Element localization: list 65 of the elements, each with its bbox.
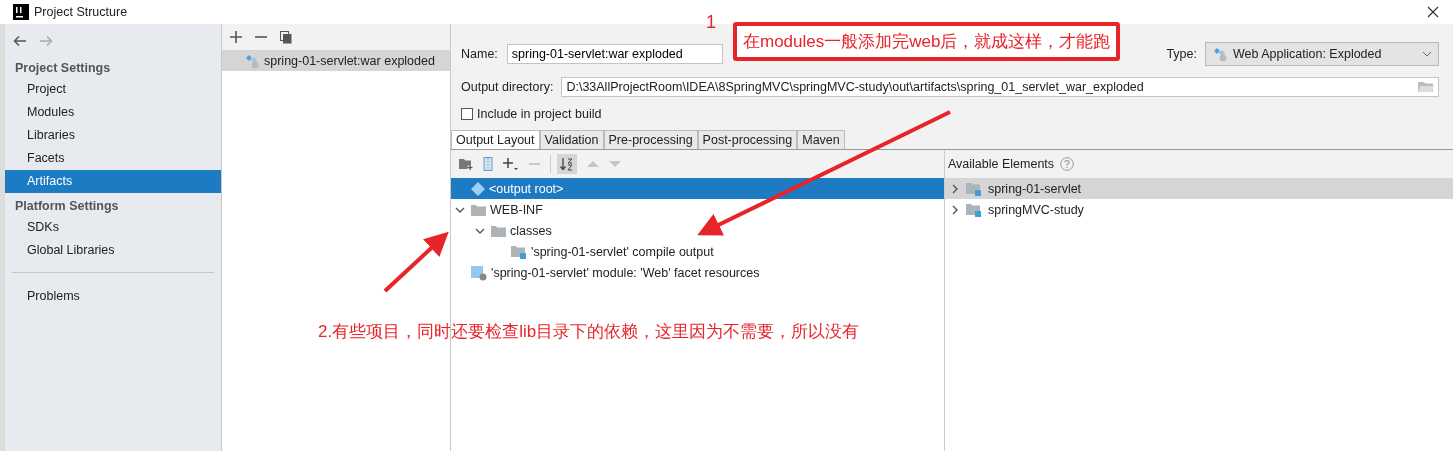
output-root-icon bbox=[471, 181, 485, 196]
panel-title: Available Elements bbox=[948, 157, 1055, 171]
type-dropdown[interactable]: Web Application: Exploded bbox=[1205, 42, 1439, 66]
tab[interactable]: Maven bbox=[797, 130, 845, 149]
web-artifact-icon bbox=[244, 52, 260, 69]
copy-icon[interactable] bbox=[280, 30, 292, 44]
name-field[interactable]: spring-01-servlet:war exploded bbox=[506, 44, 723, 64]
tab[interactable]: Post-processing bbox=[697, 130, 798, 149]
window-title: Project Structure bbox=[34, 5, 128, 19]
add-dropdown-icon[interactable] bbox=[503, 157, 519, 171]
tree-label: WEB-INF bbox=[490, 202, 543, 217]
tree-row[interactable]: WEB-INF bbox=[451, 199, 944, 220]
section-heading: Project Settings bbox=[14, 60, 112, 77]
app-logo-icon bbox=[13, 4, 29, 20]
tab[interactable]: Validation bbox=[539, 130, 604, 149]
checkbox-label: Include in project build bbox=[477, 107, 602, 121]
module-folder-icon bbox=[966, 202, 982, 217]
module-folder-icon bbox=[966, 181, 982, 196]
sidebar-item[interactable]: Libraries bbox=[5, 124, 221, 147]
sidebar-item[interactable]: Artifacts bbox=[5, 170, 221, 193]
tree-row[interactable]: <output root> bbox=[451, 178, 944, 199]
sidebar-item[interactable]: Global Libraries bbox=[5, 239, 221, 262]
checkbox[interactable] bbox=[461, 108, 473, 120]
artifact-name: spring-01-servlet:war exploded bbox=[264, 53, 435, 68]
close-icon[interactable] bbox=[1427, 6, 1439, 18]
web-artifact-icon bbox=[1212, 46, 1228, 62]
sidebar-item[interactable]: Project bbox=[5, 78, 221, 101]
chevron-right-icon[interactable] bbox=[950, 183, 960, 194]
tree-row[interactable]: classes bbox=[451, 220, 944, 241]
sidebar-item[interactable]: Problems bbox=[5, 285, 221, 308]
field-label: Name: bbox=[461, 47, 498, 61]
tab[interactable]: Pre-processing bbox=[603, 130, 698, 149]
web-facet-icon bbox=[471, 264, 487, 281]
annotation-arrow bbox=[383, 231, 449, 293]
tree-row[interactable]: 'spring-01-servlet' compile output bbox=[451, 241, 944, 262]
annotation-callout: 在modules一般添加完web后，就成这样，才能跑 bbox=[733, 22, 1121, 61]
tree-row[interactable]: springMVC-study bbox=[945, 199, 1453, 220]
folder-icon bbox=[471, 203, 486, 216]
module-output-icon bbox=[511, 244, 527, 259]
output-directory-field[interactable]: D:\33AllProjectRoom\IDEA\8SpringMVC\springMVC-study\out\artifacts\spring_01_servlet_war_exploded bbox=[561, 77, 1439, 97]
field-label: Output directory: bbox=[461, 80, 554, 94]
chevron-down-icon bbox=[1422, 51, 1432, 57]
tree-label: 'spring-01-servlet' module: 'Web' facet resources bbox=[491, 265, 760, 280]
sidebar-item[interactable]: Facets bbox=[5, 147, 221, 170]
sidebar-item[interactable]: SDKs bbox=[5, 216, 221, 239]
annotation-note: 2.有些项目，同时还要检查lib目录下的依赖，这里因为不需要，所以没有 bbox=[318, 321, 860, 343]
sidebar-item[interactable]: Modules bbox=[5, 101, 221, 124]
tree-row[interactable]: 'spring-01-servlet' module: 'Web' facet resources bbox=[451, 262, 944, 283]
section-heading: Platform Settings bbox=[14, 198, 120, 215]
add-icon[interactable] bbox=[230, 31, 242, 43]
new-folder-icon[interactable] bbox=[459, 158, 473, 170]
tree-label: springMVC-study bbox=[988, 202, 1084, 217]
tab[interactable]: Output Layout bbox=[451, 130, 540, 149]
back-arrow-icon[interactable] bbox=[13, 35, 27, 47]
tree-row[interactable]: spring-01-servlet bbox=[945, 178, 1453, 199]
folder-icon bbox=[491, 224, 506, 237]
artifact-item[interactable]: spring-01-servlet:war exploded bbox=[222, 50, 450, 71]
chevron-right-icon[interactable] bbox=[950, 204, 960, 215]
sort-icon[interactable] bbox=[557, 154, 577, 174]
tree-label: spring-01-servlet bbox=[988, 181, 1082, 196]
tree-label: classes bbox=[510, 223, 552, 238]
tree-label: 'spring-01-servlet' compile output bbox=[531, 244, 714, 259]
tree-label: <output root> bbox=[489, 181, 564, 196]
field-label: Type: bbox=[1166, 47, 1197, 61]
annotation-number: 1 bbox=[706, 12, 716, 33]
